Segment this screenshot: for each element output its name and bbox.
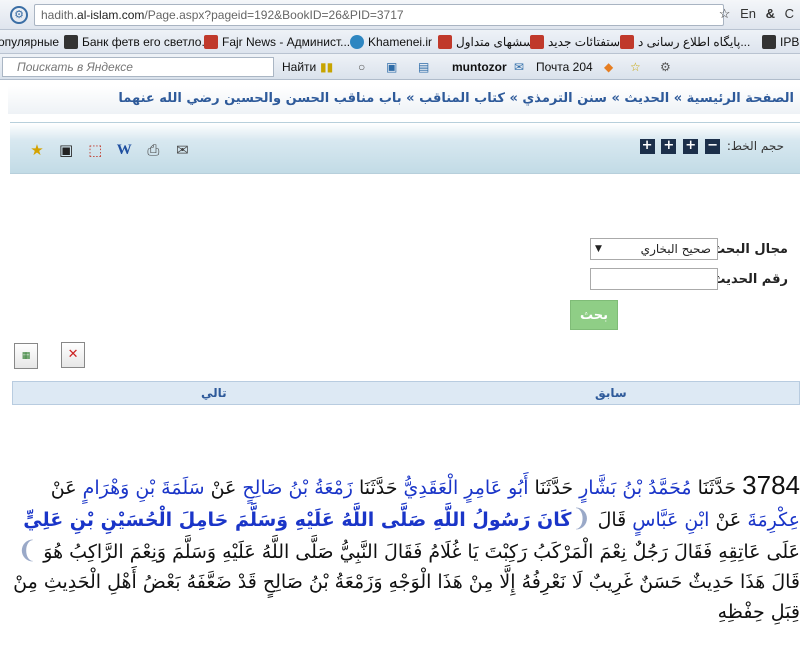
- weather-icon[interactable]: ◆: [604, 60, 613, 74]
- bookmark-label: опулярные: [0, 35, 60, 49]
- prev-link[interactable]: سابق: [595, 386, 627, 400]
- font-increase-button[interactable]: +: [661, 139, 677, 154]
- chat-icon[interactable]: ○: [358, 60, 365, 74]
- hadith-text-segment: حَدَّثَنَا: [528, 477, 580, 499]
- narrator-link[interactable]: زَمْعَةُ بْنُ صَالِحٍ: [242, 477, 353, 499]
- pdf-icon[interactable]: ⬚: [86, 141, 104, 159]
- mail-icon[interactable]: ✉: [514, 60, 524, 74]
- ampersand-icon[interactable]: &: [766, 6, 775, 21]
- font-increase-button[interactable]: +: [683, 139, 699, 154]
- favorite-star-icon[interactable]: ★: [28, 141, 46, 159]
- document-remove-icon[interactable]: ✕: [61, 342, 86, 368]
- next-link[interactable]: تالي: [201, 386, 227, 400]
- settings-gear-icon[interactable]: ⚙: [660, 60, 671, 74]
- yandex-placeholder: Поискать в Яндексе: [17, 60, 133, 74]
- hadith-number-row: رقم الحديث:: [500, 268, 800, 294]
- font-increase-button[interactable]: +: [639, 139, 655, 154]
- hadith-number-input[interactable]: [590, 268, 718, 290]
- narrator-link[interactable]: مُحَمَّدُ بْنُ بَشَّارٍ: [579, 477, 691, 499]
- bookmark-item[interactable]: پرسشهای متداول: [438, 35, 543, 49]
- hadith-text-segment: عَنْ: [709, 509, 748, 531]
- bookmark-label: Банк фетв его светло...: [82, 35, 212, 49]
- bookmark-item[interactable]: استفتائات جدید: [530, 35, 623, 49]
- language-indicator[interactable]: En: [740, 6, 756, 21]
- url-subdomain: hadith.: [41, 8, 78, 22]
- font-decrease-button[interactable]: −: [705, 139, 721, 154]
- hadith-text-segment: عَنْ: [50, 477, 83, 499]
- pager-bar: تالي سابق: [12, 381, 800, 405]
- url-path: /Page.aspx?pageid=192&BookID=26&PID=3717: [144, 8, 404, 22]
- narrator-link[interactable]: سَلَمَةَ بْنِ وَهْرَامٍ: [83, 477, 205, 499]
- url-host: al-islam.com: [77, 8, 145, 22]
- narrator-link[interactable]: ابْنِ عَبَّاسٍ: [632, 509, 709, 531]
- bookmark-favicon-icon: [350, 35, 364, 49]
- bookmark-item[interactable]: Fajr News - Админист...: [204, 35, 350, 49]
- find-button[interactable]: Найти: [282, 60, 316, 74]
- quote-open-bracket-icon: ❨: [571, 504, 592, 532]
- bookmark-label: استفتائات جدید: [548, 35, 624, 49]
- hadith-text-segment: قَالَ: [591, 509, 633, 531]
- bookmark-favicon-icon: [438, 35, 452, 49]
- narrator-link[interactable]: أَبُو عَامِرٍ الْعَقَدِيُّ: [404, 477, 529, 499]
- bookmark-label: IPB: [780, 35, 800, 49]
- search-field-select[interactable]: صحيح البخاري ▼: [590, 238, 718, 260]
- hadith-text-segment: عَنْ: [204, 477, 243, 499]
- hadith-number: 3784: [742, 470, 800, 500]
- font-size-label: حجم الخط:: [726, 139, 784, 153]
- narrator-link[interactable]: عِكْرِمَةَ: [747, 509, 800, 531]
- bookmark-label: پایگاه اطلاع رسانی د...: [638, 35, 751, 49]
- yandex-toolbar: Поискать в Яндексе Найти ▮▮ ○ ▣ ▤ muntoz…: [0, 54, 800, 80]
- bookmark-star-icon[interactable]: ☆: [719, 6, 731, 21]
- mail-link[interactable]: Почта 204: [536, 60, 593, 74]
- hadith-text-segment: حَدَّثَنَا: [352, 477, 404, 499]
- quote-close-bracket-icon: ❩: [17, 536, 38, 564]
- hadith-text-segment: حَدَّثَنَا: [691, 477, 743, 499]
- font-size-control: حجم الخط: − + + +: [639, 139, 784, 154]
- hadith-number-label: رقم الحديث:: [707, 272, 788, 287]
- bookmark-favicon-icon: [762, 35, 776, 49]
- document-actions: ▦ ✕: [14, 342, 103, 369]
- bookmark-item[interactable]: Банк фетв его светло...: [64, 35, 211, 49]
- bookmark-favicon-icon: [620, 35, 634, 49]
- search-field-value: صحيح البخاري: [640, 242, 711, 256]
- refresh-icon[interactable]: C: [785, 6, 794, 21]
- bookmark-item[interactable]: Khamenei.ir: [350, 35, 432, 49]
- email-icon[interactable]: ✉: [173, 141, 191, 159]
- bookmark-item[interactable]: IPB: [762, 35, 799, 49]
- bookmark-favicon-icon: [204, 35, 218, 49]
- translate-icon[interactable]: ▣: [386, 60, 397, 74]
- bookmark-favicon-icon: [530, 35, 544, 49]
- favorites-star-icon[interactable]: ☆: [630, 60, 641, 74]
- print-icon[interactable]: ⎙: [144, 141, 162, 159]
- hadith-text-segment: قَالَ هَذَا حَدِيثٌ حَسَنٌ غَرِيبٌ لَا ن…: [13, 571, 800, 623]
- dropdown-arrow-icon: ▼: [595, 244, 602, 254]
- address-bar: ⚙ hadith.al-islam.com/Page.aspx?pageid=1…: [0, 0, 800, 30]
- bookmarks-bar: опулярные Банк фетв его светло... Fajr N…: [0, 30, 800, 54]
- signal-icon[interactable]: ▮▮: [320, 60, 333, 74]
- bookmark-favicon-icon: [64, 35, 78, 49]
- site-settings-icon[interactable]: ⚙: [10, 6, 28, 24]
- bookmark-item[interactable]: опулярные: [0, 35, 59, 49]
- document-chapter-icon[interactable]: ▦: [14, 343, 38, 369]
- save-icon[interactable]: ▣: [57, 141, 75, 159]
- hadith-quote: كَانَ رَسُولُ اللَّهِ صَلَّى اللَّهُ عَل…: [23, 509, 572, 531]
- url-input[interactable]: hadith.al-islam.com/Page.aspx?pageid=192…: [34, 4, 724, 26]
- search-field-label: مجال البحث:: [706, 242, 788, 257]
- tool-icons: ★ ▣ ⬚ W ⎙ ✉: [28, 139, 197, 159]
- hadith-text-segment: عَلَى عَاتِقِهِ فَقَالَ رَجُلٌ نِعْمَ ال…: [37, 541, 800, 563]
- word-icon[interactable]: W: [115, 141, 133, 159]
- user-menu[interactable]: muntozor: [452, 60, 507, 74]
- breadcrumb[interactable]: الصفحة الرئيسية » الحديث » سنن الترمذي »…: [8, 86, 800, 114]
- search-field-row: مجال البحث: صحيح البخاري ▼: [500, 238, 800, 264]
- bookmark-label: Khamenei.ir: [368, 35, 433, 49]
- page-icon[interactable]: ▤: [418, 60, 429, 74]
- bookmark-label: Fajr News - Админист...: [222, 35, 351, 49]
- hadith-text: 3784 حَدَّثَنَا مُحَمَّدُ بْنُ بَشَّارٍ …: [12, 470, 800, 627]
- page-toolbox: ★ ▣ ⬚ W ⎙ ✉ حجم الخط: − + + +: [10, 122, 800, 174]
- bookmark-item[interactable]: پایگاه اطلاع رسانی د...: [620, 35, 750, 49]
- yandex-search-input[interactable]: Поискать в Яндексе: [2, 57, 274, 77]
- address-bar-actions: ☆ En & C: [713, 6, 794, 22]
- search-button[interactable]: بحث: [570, 300, 618, 330]
